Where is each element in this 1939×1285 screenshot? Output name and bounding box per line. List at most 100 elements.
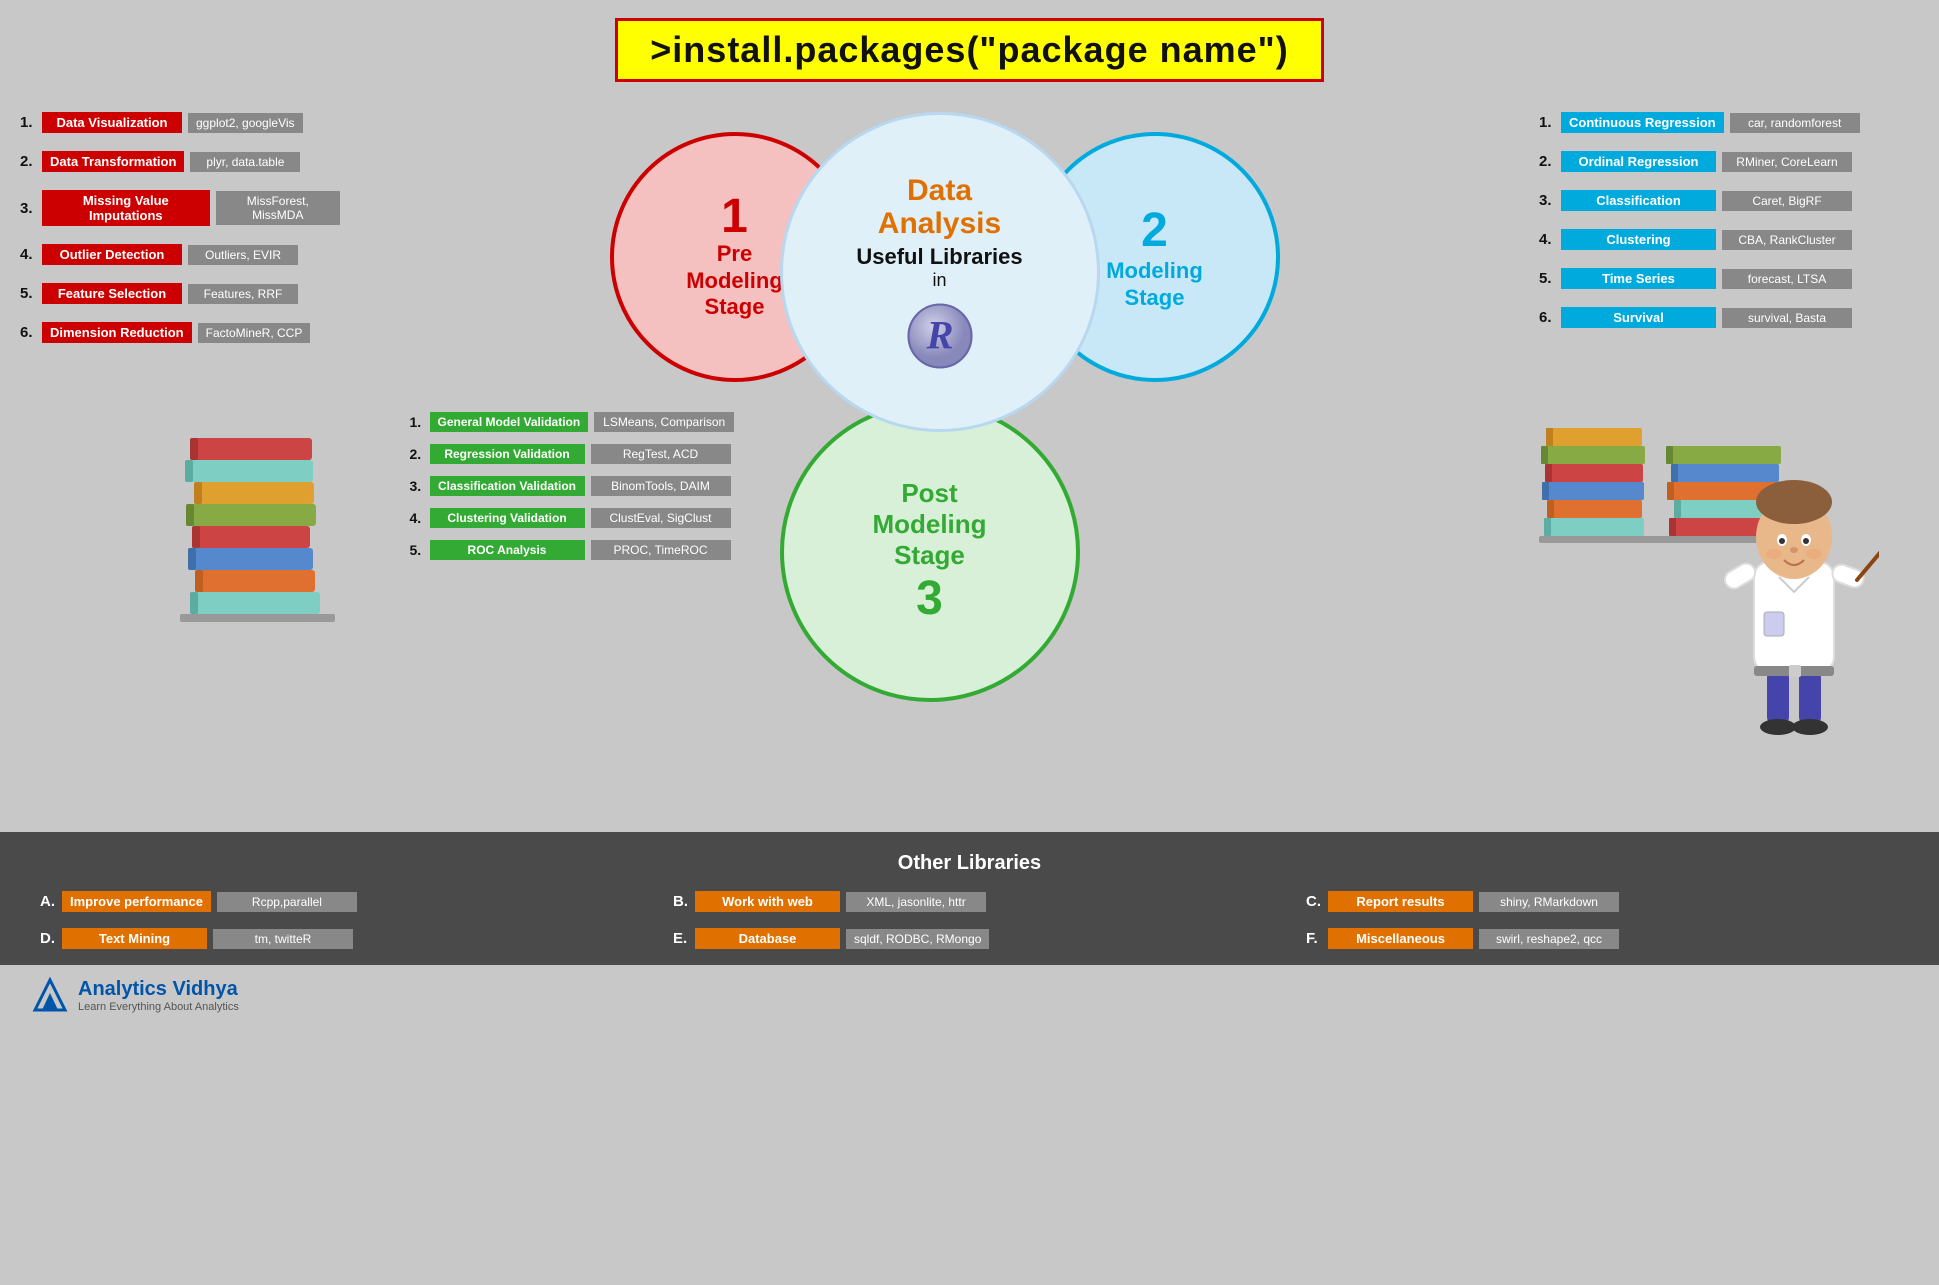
- other-libraries-title: Other Libraries: [40, 852, 1899, 875]
- header: >install.packages("package name"): [0, 0, 1939, 92]
- item-number: 2.: [410, 446, 430, 462]
- item-label: Database: [695, 928, 840, 949]
- da-title: DataAnalysis: [878, 174, 1001, 240]
- item-value: RMiner, CoreLearn: [1722, 152, 1852, 172]
- list-item: 3. Classification Caret, BigRF: [1539, 190, 1919, 211]
- item-label: Regression Validation: [430, 444, 585, 464]
- item-number: 3.: [410, 478, 430, 494]
- books-left-decoration: [180, 412, 340, 647]
- pre-stage-text: PreModelingStage: [686, 241, 783, 320]
- item-value: plyr, data.table: [190, 152, 300, 172]
- da-sub: Useful Libraries: [856, 244, 1022, 270]
- item-value: Features, RRF: [188, 284, 298, 304]
- item-label: Dimension Reduction: [42, 322, 192, 343]
- list-item: 5. Feature Selection Features, RRF: [20, 283, 340, 304]
- item-number: 6.: [1539, 309, 1561, 326]
- r-logo: R: [905, 301, 975, 371]
- item-value: ggplot2, googleVis: [188, 113, 303, 133]
- item-number: 1.: [20, 114, 42, 131]
- item-number: 6.: [20, 324, 42, 341]
- list-item: 3. Missing Value Imputations MissForest,…: [20, 190, 340, 226]
- item-value: Outliers, EVIR: [188, 245, 298, 265]
- list-item: 1. Data Visualization ggplot2, googleVis: [20, 112, 340, 133]
- item-value: BinomTools, DAIM: [591, 476, 731, 496]
- person-svg: [1709, 452, 1879, 742]
- item-number: 5.: [410, 542, 430, 558]
- list-item: 1. Continuous Regression car, randomfore…: [1539, 112, 1919, 133]
- item-letter: B.: [673, 893, 695, 910]
- item-number: 4.: [1539, 231, 1561, 248]
- item-number: 1.: [1539, 114, 1561, 131]
- analytics-vidhya-logo: [30, 975, 70, 1015]
- item-label: Data Visualization: [42, 112, 182, 133]
- item-value: swirl, reshape2, qcc: [1479, 929, 1619, 949]
- character-illustration: [1709, 452, 1879, 747]
- item-value: MissForest, MissMDA: [216, 191, 340, 225]
- item-value: PROC, TimeROC: [591, 540, 731, 560]
- item-number: 4.: [410, 510, 430, 526]
- item-value: Rcpp,parallel: [217, 892, 357, 912]
- list-item: 4. Clustering CBA, RankCluster: [1539, 229, 1919, 250]
- item-number: 2.: [20, 153, 42, 170]
- item-value: XML, jasonlite, httr: [846, 892, 986, 912]
- other-libraries-section: Other Libraries A. Improve performance R…: [0, 832, 1939, 965]
- circles-container: 1 PreModelingStage 2 ModelingStage DataA…: [590, 92, 1290, 772]
- item-label: Feature Selection: [42, 283, 182, 304]
- post-modeling-circle: PostModelingStage 3: [780, 402, 1080, 702]
- item-value: LSMeans, Comparison: [594, 412, 734, 432]
- item-label: Text Mining: [62, 928, 207, 949]
- item-value: car, randomforest: [1730, 113, 1860, 133]
- other-libraries-grid: A. Improve performance Rcpp,parallel B. …: [40, 891, 1899, 949]
- item-label: General Model Validation: [430, 412, 589, 432]
- da-in: in: [932, 270, 946, 291]
- item-value: shiny, RMarkdown: [1479, 892, 1619, 912]
- item-label: Improve performance: [62, 891, 211, 912]
- item-value: CBA, RankCluster: [1722, 230, 1852, 250]
- other-library-item: F. Miscellaneous swirl, reshape2, qcc: [1306, 928, 1899, 949]
- item-value: forecast, LTSA: [1722, 269, 1852, 289]
- model-number: 2: [1141, 203, 1168, 258]
- item-number: 5.: [20, 285, 42, 302]
- item-label: Missing Value Imputations: [42, 190, 210, 226]
- item-label: Time Series: [1561, 268, 1716, 289]
- pre-number: 1: [721, 193, 748, 241]
- item-label: Outlier Detection: [42, 244, 182, 265]
- item-label: Clustering: [1561, 229, 1716, 250]
- item-label: ROC Analysis: [430, 540, 585, 560]
- install-command: >install.packages("package name"): [615, 18, 1323, 82]
- item-number: 4.: [20, 246, 42, 263]
- center-area: 1 PreModelingStage 2 ModelingStage DataA…: [340, 92, 1539, 812]
- list-item: 5. Time Series forecast, LTSA: [1539, 268, 1919, 289]
- item-label: Data Transformation: [42, 151, 184, 172]
- brand-tagline: Learn Everything About Analytics: [78, 1001, 239, 1013]
- list-item: 4. Outlier Detection Outliers, EVIR: [20, 244, 340, 265]
- list-item: 1. General Model Validation LSMeans, Com…: [410, 412, 910, 432]
- item-label: Work with web: [695, 891, 840, 912]
- other-library-item: A. Improve performance Rcpp,parallel: [40, 891, 633, 912]
- item-label: Classification: [1561, 190, 1716, 211]
- post-stage-text: PostModelingStage: [872, 478, 986, 572]
- item-number: 1.: [410, 414, 430, 430]
- item-label: Survival: [1561, 307, 1716, 328]
- other-library-item: E. Database sqldf, RODBC, RMongo: [673, 928, 1266, 949]
- item-letter: A.: [40, 893, 62, 910]
- list-item: 2. Ordinal Regression RMiner, CoreLearn: [1539, 151, 1919, 172]
- item-label: Clustering Validation: [430, 508, 585, 528]
- item-label: Classification Validation: [430, 476, 585, 496]
- item-label: Miscellaneous: [1328, 928, 1473, 949]
- item-value: tm, twitteR: [213, 929, 353, 949]
- model-stage-text: ModelingStage: [1106, 258, 1203, 311]
- item-letter: C.: [1306, 893, 1328, 910]
- other-library-item: D. Text Mining tm, twitteR: [40, 928, 633, 949]
- item-label: Continuous Regression: [1561, 112, 1724, 133]
- item-value: FactoMineR, CCP: [198, 323, 311, 343]
- list-item: 2. Data Transformation plyr, data.table: [20, 151, 340, 172]
- brand-name: Analytics Vidhya: [78, 978, 239, 1001]
- item-label: Ordinal Regression: [1561, 151, 1716, 172]
- data-analysis-circle: DataAnalysis Useful Libraries in R: [780, 112, 1100, 432]
- svg-text:R: R: [925, 312, 953, 357]
- item-value: ClustEval, SigClust: [591, 508, 731, 528]
- item-value: Caret, BigRF: [1722, 191, 1852, 211]
- item-label: Report results: [1328, 891, 1473, 912]
- item-number: 3.: [1539, 192, 1561, 209]
